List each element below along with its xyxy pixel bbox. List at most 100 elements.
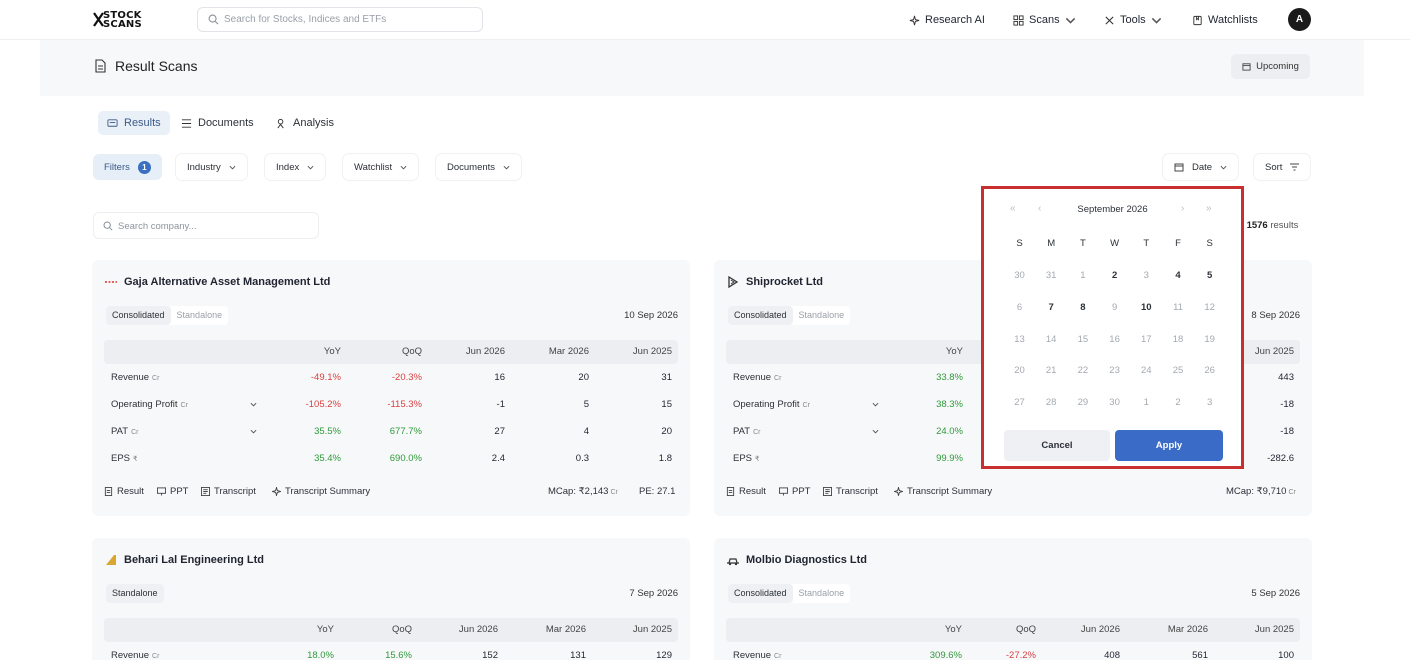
card-title[interactable]: Shiprocket Ltd	[726, 276, 823, 288]
company-search[interactable]	[93, 212, 319, 239]
user-avatar[interactable]: A	[1288, 8, 1311, 31]
calendar-day[interactable]: 6	[1004, 300, 1035, 316]
tab-documents[interactable]: Documents	[172, 111, 263, 135]
calendar-day[interactable]: 1	[1131, 395, 1162, 411]
calendar-day[interactable]: 5	[1194, 268, 1225, 284]
calendar-day[interactable]: 14	[1036, 332, 1067, 348]
next-year-button[interactable]: »	[1206, 203, 1212, 214]
toggle-standalone[interactable]: Standalone	[171, 306, 229, 325]
q2-value: 5	[583, 399, 589, 410]
calendar-day[interactable]: 19	[1194, 332, 1225, 348]
expand-chevron-icon[interactable]	[250, 401, 257, 408]
calendar-day[interactable]: 18	[1163, 332, 1194, 348]
card-title[interactable]: Molbio Diagnostics Ltd	[726, 554, 867, 566]
page-header	[40, 40, 1364, 96]
next-month-button[interactable]: ›	[1181, 203, 1184, 214]
calendar-day[interactable]: 16	[1099, 332, 1130, 348]
tab-results[interactable]: Results	[98, 111, 170, 135]
consolidation-toggle[interactable]: Consolidated Standalone	[106, 306, 229, 325]
calendar-day[interactable]: 3	[1131, 268, 1162, 284]
calendar-day[interactable]: 17	[1131, 332, 1162, 348]
calendar-day[interactable]: 30	[1099, 395, 1130, 411]
transcript-link[interactable]: Transcript	[201, 486, 256, 497]
upcoming-button[interactable]: Upcoming	[1231, 54, 1310, 79]
result-link[interactable]: Result	[104, 486, 144, 497]
nav-scans-label: Scans	[1029, 14, 1060, 26]
calendar-day[interactable]: 4	[1163, 268, 1194, 284]
calendar-day[interactable]: 23	[1099, 363, 1130, 379]
calendar-day[interactable]: 24	[1131, 363, 1162, 379]
stockscans-logo[interactable]: STOCK SCANS	[93, 10, 159, 30]
qoq-value: -20.3%	[391, 372, 422, 383]
calendar-day[interactable]: 15	[1067, 332, 1098, 348]
calendar-day[interactable]: 1	[1067, 268, 1098, 284]
calendar-day[interactable]: 30	[1004, 268, 1035, 284]
sort-dropdown[interactable]: Sort	[1254, 154, 1311, 180]
company-name: Behari Lal Engineering Ltd	[124, 554, 264, 566]
row-unit: Cr	[152, 653, 160, 660]
consolidation-toggle[interactable]: Consolidated Standalone	[728, 306, 851, 325]
result-link[interactable]: Result	[726, 486, 766, 497]
calendar-day[interactable]: 13	[1004, 332, 1035, 348]
industry-dropdown[interactable]: Industry	[176, 154, 247, 180]
filters-button[interactable]: Filters 1	[93, 154, 162, 180]
date-dropdown[interactable]: Date	[1163, 154, 1239, 180]
row-label: Revenue Cr	[111, 642, 159, 660]
calendar-day[interactable]: 20	[1004, 363, 1035, 379]
calendar-day[interactable]: 2	[1163, 395, 1194, 411]
card-title[interactable]: Gaja Alternative Asset Management Ltd	[104, 276, 330, 288]
toggle-consolidated[interactable]: Consolidated	[728, 306, 793, 325]
expand-chevron-icon[interactable]	[872, 401, 879, 408]
col-yoy: YoY	[316, 624, 334, 635]
calendar-day[interactable]: 10	[1131, 300, 1162, 316]
card-title[interactable]: Behari Lal Engineering Ltd	[104, 554, 264, 566]
calendar-day[interactable]: 21	[1036, 363, 1067, 379]
sparkle-icon	[894, 487, 903, 496]
calendar-day[interactable]: 28	[1036, 395, 1067, 411]
apply-button[interactable]: Apply	[1115, 430, 1223, 461]
calendar-day[interactable]: 9	[1099, 300, 1130, 316]
global-search-input[interactable]	[224, 11, 474, 28]
cancel-button[interactable]: Cancel	[1004, 430, 1110, 461]
toggle-consolidated[interactable]: Consolidated	[728, 584, 793, 603]
toggle-consolidated[interactable]: Consolidated	[106, 306, 171, 325]
calendar-day[interactable]: 22	[1067, 363, 1098, 379]
nav-scans[interactable]: Scans	[1013, 12, 1076, 28]
nav-research-ai[interactable]: Research AI	[909, 12, 985, 28]
watchlist-dropdown[interactable]: Watchlist	[343, 154, 419, 180]
toggle-standalone[interactable]: Standalone	[793, 584, 851, 603]
ppt-link[interactable]: PPT	[157, 486, 188, 497]
toggle-standalone[interactable]: Standalone	[793, 306, 851, 325]
transcript-summary-link[interactable]: Transcript Summary	[272, 486, 370, 497]
consolidation-toggle[interactable]: Consolidated Standalone	[728, 584, 851, 603]
company-search-input[interactable]	[118, 218, 308, 234]
result-card: Gaja Alternative Asset Management Ltd Co…	[92, 260, 690, 516]
nav-watchlists[interactable]: Watchlists	[1192, 12, 1258, 28]
transcript-link[interactable]: Transcript	[823, 486, 878, 497]
consolidation-toggle[interactable]: Standalone	[106, 584, 164, 603]
yoy-value: 38.3%	[936, 399, 963, 410]
transcript-summary-link[interactable]: Transcript Summary	[894, 486, 992, 497]
expand-chevron-icon[interactable]	[872, 428, 879, 435]
result-count-suffix: results	[1270, 220, 1299, 231]
calendar-day[interactable]: 31	[1036, 268, 1067, 284]
documents-dropdown[interactable]: Documents	[436, 154, 522, 180]
global-search[interactable]	[197, 7, 483, 32]
ppt-link[interactable]: PPT	[779, 486, 810, 497]
row-unit: Cr	[152, 375, 160, 382]
calendar-day[interactable]: 7	[1036, 300, 1067, 316]
calendar-day[interactable]: 27	[1004, 395, 1035, 411]
calendar-day[interactable]: 25	[1163, 363, 1194, 379]
calendar-day[interactable]: 11	[1163, 300, 1194, 316]
calendar-day[interactable]: 3	[1194, 395, 1225, 411]
index-dropdown[interactable]: Index	[265, 154, 326, 180]
expand-chevron-icon[interactable]	[250, 428, 257, 435]
toggle-standalone[interactable]: Standalone	[106, 584, 164, 603]
calendar-day[interactable]: 12	[1194, 300, 1225, 316]
nav-tools[interactable]: Tools	[1104, 12, 1162, 28]
tab-analysis[interactable]: Analysis	[267, 111, 343, 135]
calendar-day[interactable]: 8	[1067, 300, 1098, 316]
calendar-day[interactable]: 2	[1099, 268, 1130, 284]
calendar-day[interactable]: 26	[1194, 363, 1225, 379]
calendar-day[interactable]: 29	[1067, 395, 1098, 411]
